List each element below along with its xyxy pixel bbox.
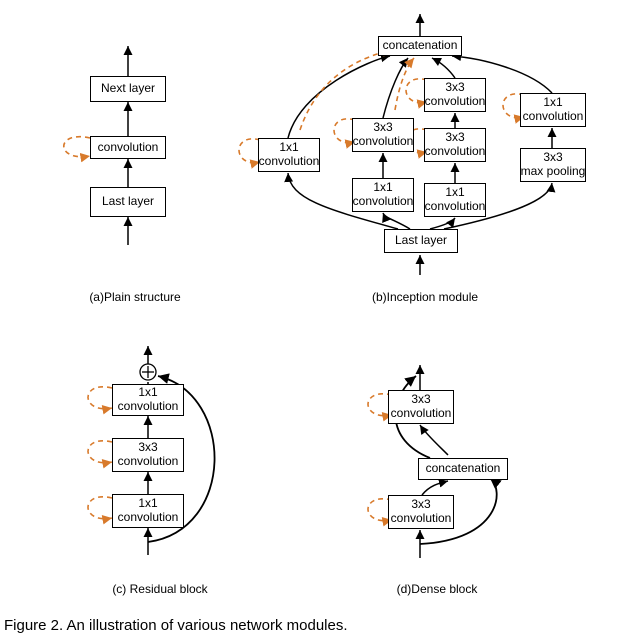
c-conv1x1-bottom: 1x1 convolution (112, 494, 184, 528)
caption-d: (d)Dense block (382, 582, 492, 596)
d-concat: concatenation (418, 458, 508, 480)
figure-caption: Figure 2. An illustration of various net… (4, 617, 620, 634)
b-b3-conv3x3a: 3x3 convolution (424, 128, 486, 162)
b-b2-conv1x1: 1x1 convolution (352, 178, 414, 212)
figure-stage: Last layer convolution Next layer concat… (0, 0, 624, 642)
caption-a: (a)Plain structure (80, 290, 190, 304)
b-b4-conv1x1: 1x1 convolution (520, 93, 586, 127)
b-b1-conv1x1: 1x1 convolution (258, 138, 320, 172)
a-last-layer: Last layer (90, 187, 166, 217)
d-conv3x3-bottom: 3x3 convolution (388, 495, 454, 529)
caption-b: (b)Inception module (355, 290, 495, 304)
b-last-layer: Last layer (384, 229, 458, 253)
b-b4-maxpool: 3x3 max pooling (520, 148, 586, 182)
d-conv3x3-top: 3x3 convolution (388, 390, 454, 424)
caption-c: (c) Residual block (100, 582, 220, 596)
a-convolution: convolution (90, 136, 166, 159)
b-b2-conv3x3: 3x3 convolution (352, 118, 414, 152)
c-conv1x1-top: 1x1 convolution (112, 384, 184, 416)
b-b3-conv1x1: 1x1 convolution (424, 183, 486, 217)
c-conv3x3: 3x3 convolution (112, 438, 184, 472)
a-next-layer: Next layer (90, 76, 166, 102)
b-b3-conv3x3b: 3x3 convolution (424, 78, 486, 112)
b-concat: concatenation (378, 36, 462, 56)
